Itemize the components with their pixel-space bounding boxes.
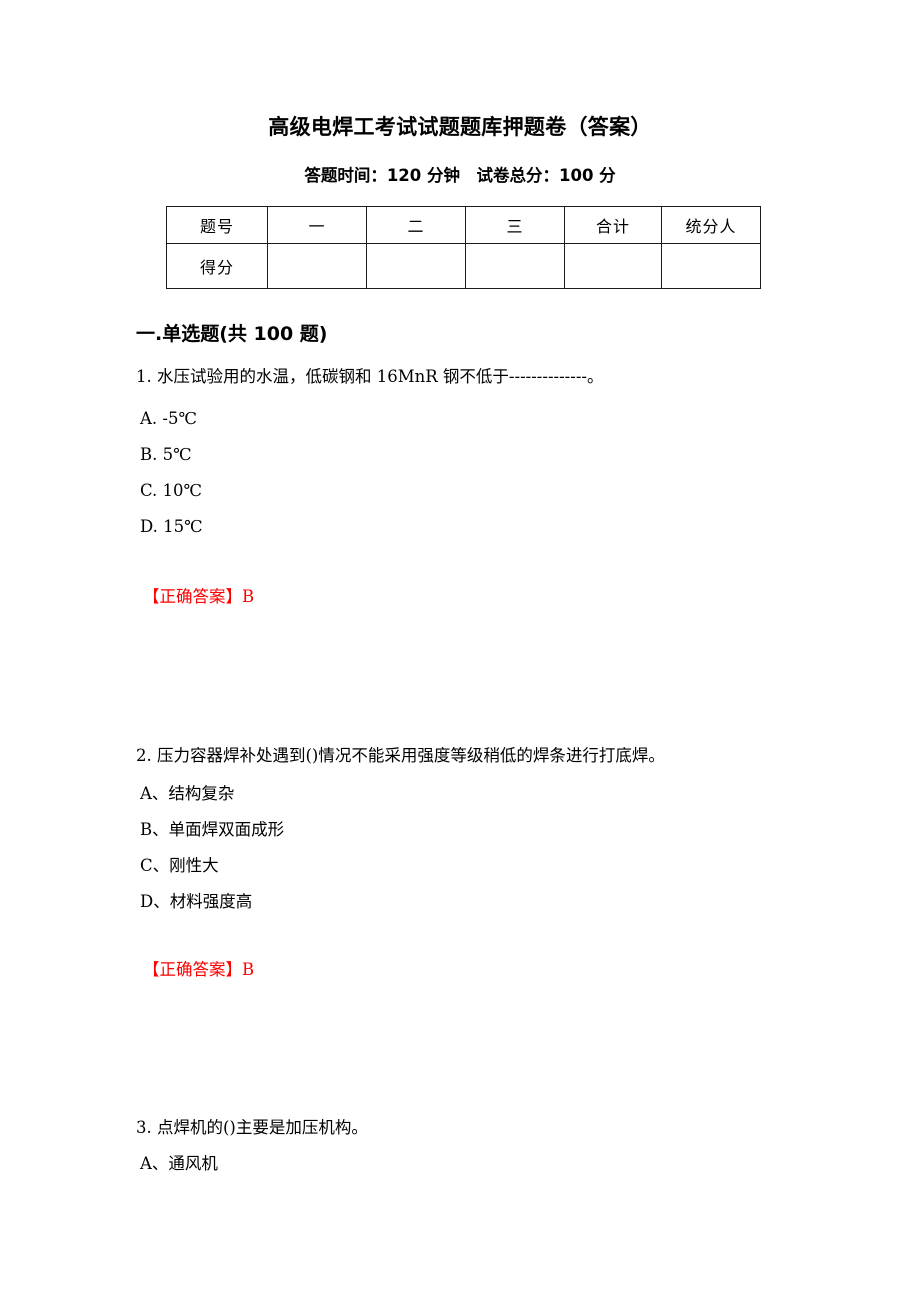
question-3-option-a[interactable]: A、通风机 [140, 1151, 218, 1177]
cell-label: 得分 [199, 258, 234, 277]
answer-label: 【正确答案】 [143, 960, 242, 979]
score-table-header-cell: 一 [267, 206, 367, 244]
answer-value: B [242, 960, 255, 979]
question-2-option-b[interactable]: B、单面焊双面成形 [140, 817, 284, 843]
cell-label: 三 [506, 217, 524, 236]
section-heading-single-choice: 一.单选题(共 100 题) [136, 323, 328, 345]
cell-label: 统分人 [685, 217, 737, 236]
answer-value: B [242, 587, 255, 606]
score-cell-scorer[interactable] [661, 243, 761, 289]
score-cell-total[interactable] [564, 243, 662, 289]
question-3-stem: 3. 点焊机的()主要是加压机构。 [136, 1118, 368, 1137]
table-row: 得分 [166, 243, 761, 289]
cell-label: 二 [407, 217, 425, 236]
question-2-answer: 【正确答案】B [143, 957, 254, 983]
question-1-option-c[interactable]: C. 10℃ [140, 478, 202, 504]
exam-meta-subtitle: 答题时间：120 分钟 试卷总分：100 分 [304, 166, 616, 185]
question-1-option-d[interactable]: D. 15℃ [140, 514, 203, 540]
page-title: 高级电焊工考试试题题库押题卷（答案） [268, 115, 652, 139]
question-1-stem: 1. 水压试验用的水温，低碳钢和 16MnR 钢不低于-------------… [136, 367, 604, 386]
question-1-answer: 【正确答案】B [143, 584, 254, 610]
score-table-row-label: 得分 [166, 243, 268, 289]
question-2-option-d[interactable]: D、材料强度高 [140, 889, 252, 915]
cell-label: 合计 [595, 217, 630, 236]
score-table-header-cell: 合计 [564, 206, 662, 244]
cell-label: 一 [308, 217, 326, 236]
score-table: 题号 一 二 三 合计 统分人 得分 [166, 206, 761, 289]
question-1-option-b[interactable]: B. 5℃ [140, 442, 192, 468]
score-cell-1[interactable] [267, 243, 367, 289]
score-table-header-cell: 统分人 [661, 206, 761, 244]
question-2-option-a[interactable]: A、结构复杂 [140, 781, 234, 807]
question-2-option-c[interactable]: C、刚性大 [140, 853, 219, 879]
question-2-stem: 2. 压力容器焊补处遇到()情况不能采用强度等级稍低的焊条进行打底焊。 [136, 746, 665, 765]
table-row: 题号 一 二 三 合计 统分人 [166, 206, 761, 244]
cell-label: 题号 [199, 217, 234, 236]
exam-paper-page: 高级电焊工考试试题题库押题卷（答案） 答题时间：120 分钟 试卷总分：100 … [0, 0, 920, 1302]
score-cell-3[interactable] [465, 243, 565, 289]
question-1-option-a[interactable]: A. -5℃ [140, 406, 197, 432]
answer-label: 【正确答案】 [143, 587, 242, 606]
score-cell-2[interactable] [366, 243, 466, 289]
score-table-header-cell: 题号 [166, 206, 268, 244]
score-table-header-cell: 三 [465, 206, 565, 244]
score-table-header-cell: 二 [366, 206, 466, 244]
